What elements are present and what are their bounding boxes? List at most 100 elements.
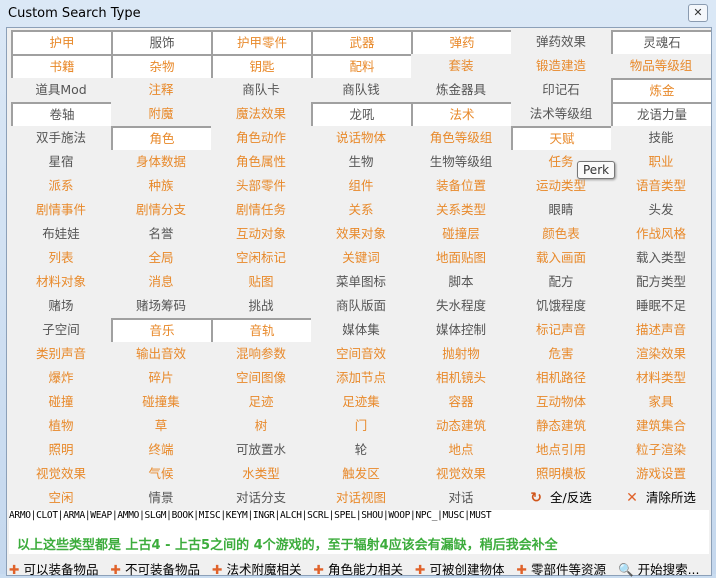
type-toggle[interactable]: 音乐 [111,318,211,342]
type-toggle[interactable]: 爆炸 [11,366,111,390]
type-toggle[interactable]: 标记声音 [511,318,611,342]
type-toggle[interactable]: 身体数据 [111,150,211,174]
type-toggle[interactable]: 印记石 [511,78,611,102]
type-toggle[interactable]: 类别声音 [11,342,111,366]
type-toggle[interactable]: 列表 [11,246,111,270]
type-toggle[interactable]: 碰撞 [11,390,111,414]
type-toggle[interactable]: 天赋 [511,126,611,150]
toolbar-button[interactable]: ✚ 可被创建物体 [415,559,505,578]
type-toggle[interactable]: 商队钱 [311,78,411,102]
type-toggle[interactable]: 灵魂石 [611,30,711,54]
type-toggle[interactable]: 足迹集 [311,390,411,414]
type-toggle[interactable]: 输出音效 [111,342,211,366]
type-toggle[interactable]: 媒体控制 [411,318,511,342]
type-toggle[interactable]: 可放置水 [211,438,311,462]
type-toggle[interactable]: 贴图 [211,270,311,294]
type-toggle[interactable]: 菜单图标 [311,270,411,294]
type-toggle[interactable]: 互动对象 [211,222,311,246]
type-toggle[interactable]: 组件 [311,174,411,198]
type-toggle[interactable]: 生物等级组 [411,150,511,174]
type-toggle[interactable]: 眼睛 [511,198,611,222]
type-toggle[interactable]: 商队版面 [311,294,411,318]
type-toggle[interactable]: 对话 [411,486,511,510]
type-toggle[interactable]: 危害 [511,342,611,366]
toolbar-button[interactable]: ✚ 不可装备物品 [111,559,201,578]
type-toggle[interactable]: 商队卡 [211,78,311,102]
type-toggle[interactable]: 动态建筑 [411,414,511,438]
type-toggle[interactable]: 角色等级组 [411,126,511,150]
type-toggle[interactable]: 载入类型 [611,246,711,270]
toolbar-button[interactable]: ✚ 法术附魔相关 [212,559,302,578]
type-toggle[interactable]: 触发区 [311,462,411,486]
toolbar-button[interactable]: ✚ 角色能力相关 [314,559,404,578]
type-toggle[interactable]: 媒体集 [311,318,411,342]
type-toggle[interactable]: 装备位置 [411,174,511,198]
type-toggle[interactable]: 空闲 [11,486,111,510]
type-toggle[interactable]: 生物 [311,150,411,174]
type-toggle[interactable]: 水类型 [211,462,311,486]
type-toggle[interactable]: 作战风格 [611,222,711,246]
type-toggle[interactable]: 材料类型 [611,366,711,390]
type-toggle[interactable]: 饥饿程度 [511,294,611,318]
type-toggle[interactable]: 草 [111,414,211,438]
type-toggle[interactable]: 剧情任务 [211,198,311,222]
type-toggle[interactable]: 角色属性 [211,150,311,174]
type-toggle[interactable]: 抛射物 [411,342,511,366]
type-toggle[interactable]: 脚本 [411,270,511,294]
type-toggle[interactable]: 钥匙 [211,54,311,78]
type-toggle[interactable]: 家具 [611,390,711,414]
type-toggle[interactable]: 法术等级组 [511,102,611,126]
type-toggle[interactable]: 视觉效果 [11,462,111,486]
type-toggle[interactable]: 地点引用 [511,438,611,462]
toolbar-button[interactable]: ✚ 可以装备物品 [9,559,99,578]
type-toggle[interactable]: 材料对象 [11,270,111,294]
type-toggle[interactable]: 挑战 [211,294,311,318]
type-toggle[interactable]: 龙语力量 [611,102,711,126]
type-toggle[interactable]: 容器 [411,390,511,414]
type-toggle[interactable]: 魔法效果 [211,102,311,126]
type-toggle[interactable]: 道具Mod [11,78,111,102]
type-toggle[interactable]: 渲染效果 [611,342,711,366]
type-toggle[interactable]: 子空间 [11,318,111,342]
type-toggle[interactable]: 角色动作 [211,126,311,150]
type-toggle[interactable]: 音轨 [211,318,311,342]
type-toggle[interactable]: 门 [311,414,411,438]
type-toggle[interactable]: 对话视图 [311,486,411,510]
type-toggle[interactable]: 锻造建造 [511,54,611,78]
type-toggle[interactable]: 配方 [511,270,611,294]
type-toggle[interactable]: 角色 [111,126,211,150]
type-toggle[interactable]: 套装 [411,54,511,78]
type-toggle[interactable]: 互动物体 [511,390,611,414]
type-toggle[interactable]: 双手施法 [11,126,111,150]
type-toggle[interactable]: 失水程度 [411,294,511,318]
type-toggle[interactable]: 游戏设置 [611,462,711,486]
type-toggle[interactable]: 龙吼 [311,102,411,126]
toolbar-button[interactable]: ✚ 零部件等资源 [517,559,607,578]
type-toggle[interactable]: 布娃娃 [11,222,111,246]
type-toggle[interactable]: 效果对象 [311,222,411,246]
type-toggle[interactable]: 粒子渲染 [611,438,711,462]
type-toggle[interactable]: 照明模板 [511,462,611,486]
type-toggle[interactable]: 植物 [11,414,111,438]
type-toggle[interactable]: 空闲标记 [211,246,311,270]
type-toggle[interactable]: 弹药 [411,30,511,54]
type-toggle[interactable]: 职业 [611,150,711,174]
type-toggle[interactable]: 关键词 [311,246,411,270]
type-toggle[interactable]: 弹药效果 [511,30,611,54]
type-toggle[interactable]: 语音类型 [611,174,711,198]
type-toggle[interactable]: 混响参数 [211,342,311,366]
type-toggle[interactable]: 轮 [311,438,411,462]
type-toggle[interactable]: 碰撞层 [411,222,511,246]
type-toggle[interactable]: 头部零件 [211,174,311,198]
type-toggle[interactable]: 技能 [611,126,711,150]
type-toggle[interactable]: 气候 [111,462,211,486]
type-toggle[interactable]: 添加节点 [311,366,411,390]
type-toggle[interactable]: 地面贴图 [411,246,511,270]
type-toggle[interactable]: 终端 [111,438,211,462]
type-toggle[interactable]: 碰撞集 [111,390,211,414]
type-toggle[interactable]: 相机镜头 [411,366,511,390]
type-toggle[interactable]: 颜色表 [511,222,611,246]
toggle-all-button[interactable]: ↻ 全/反选 [511,486,611,510]
clear-selection-button[interactable]: ✕ 清除所选 [611,486,711,510]
type-toggle[interactable]: 建筑集合 [611,414,711,438]
